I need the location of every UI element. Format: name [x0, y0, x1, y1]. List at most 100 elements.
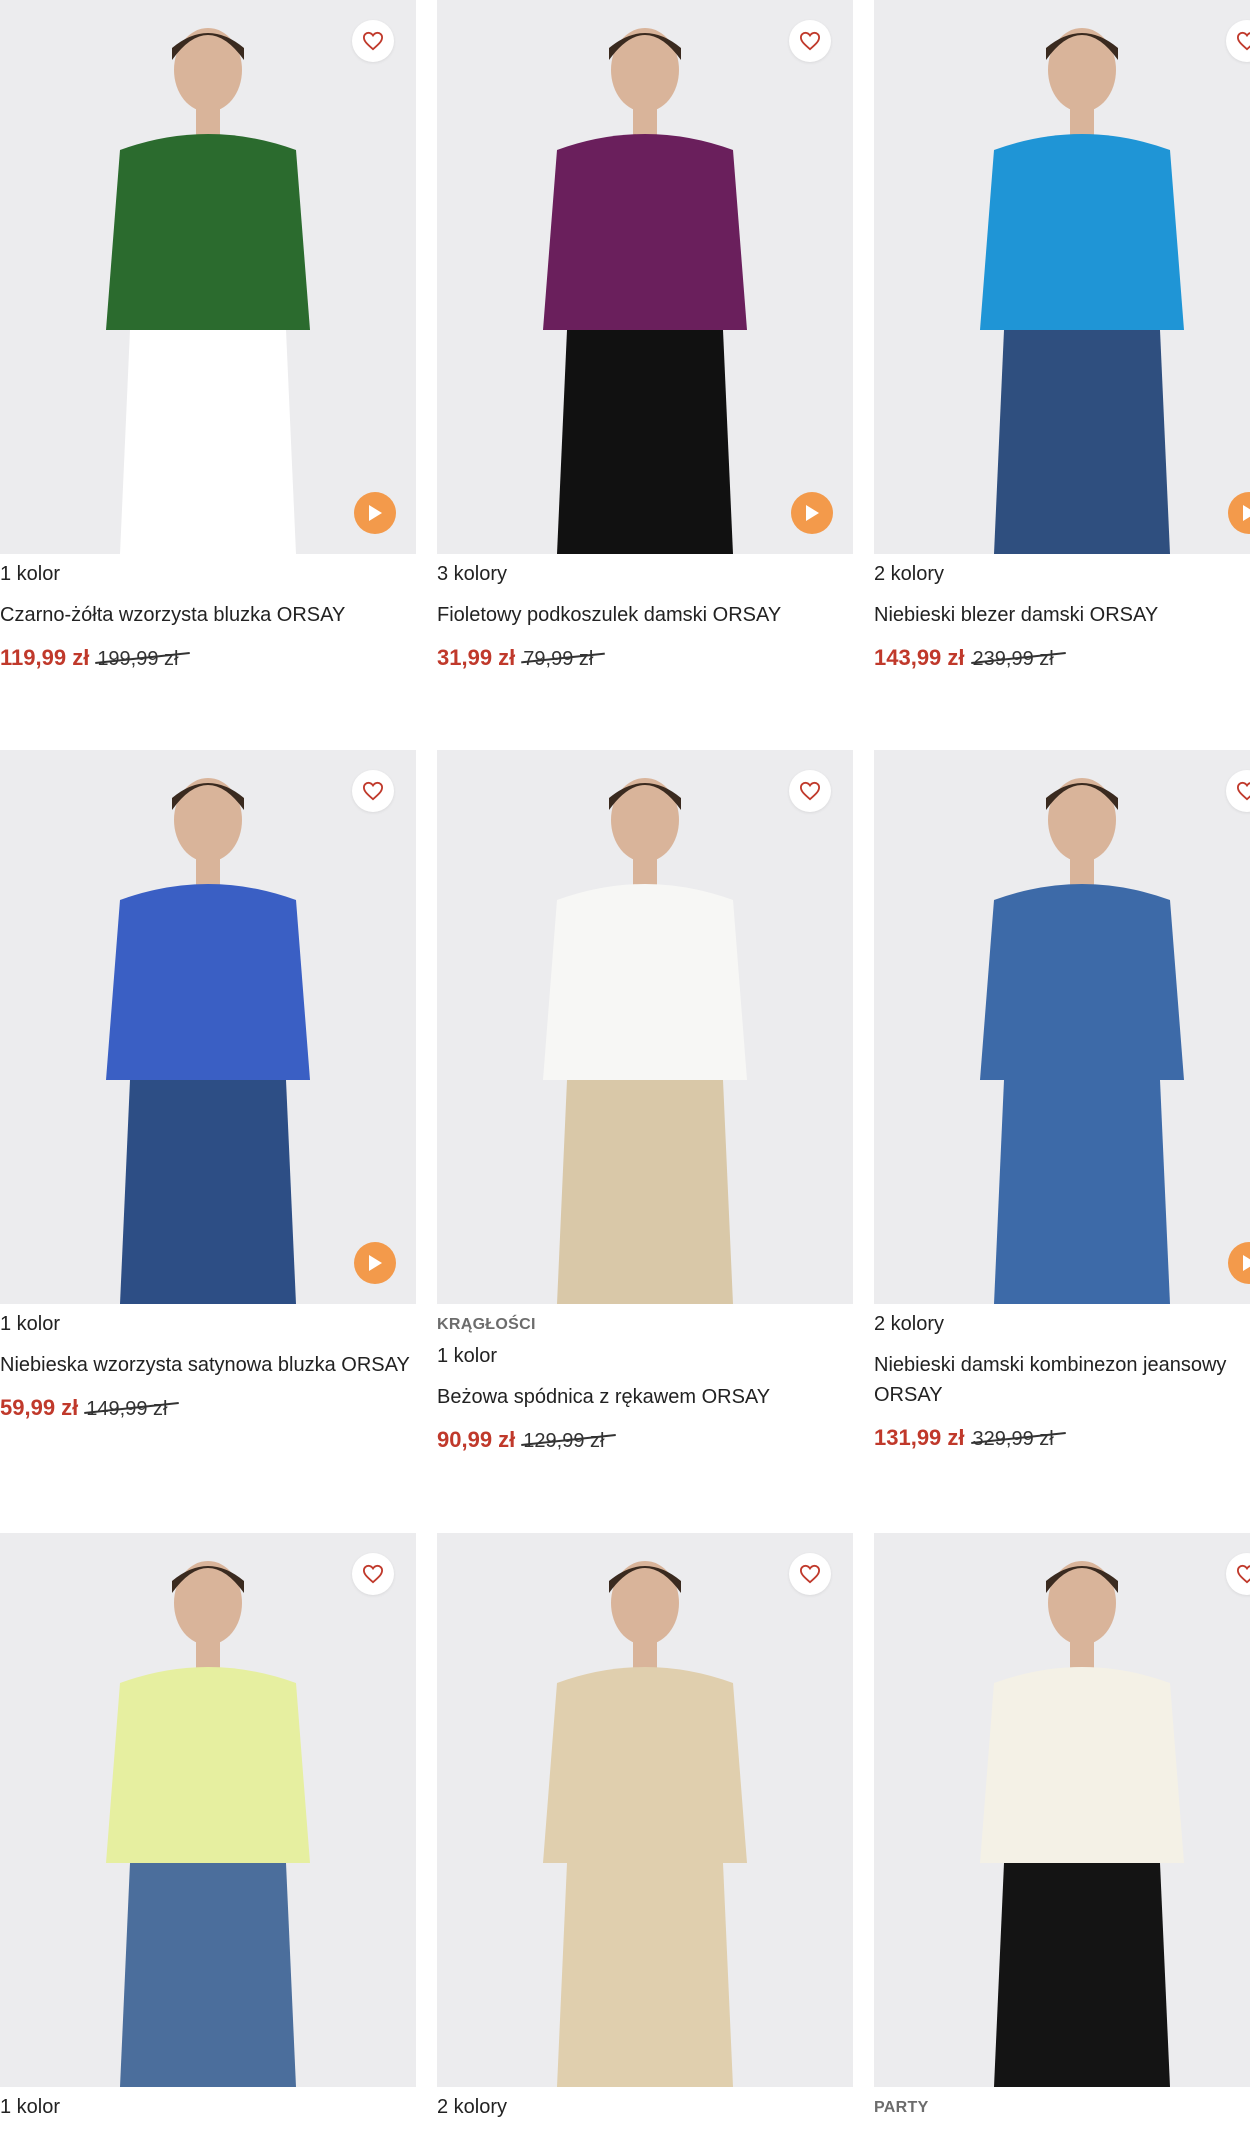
product-info: PARTY — [874, 2087, 1250, 2119]
wishlist-button[interactable] — [789, 20, 831, 62]
play-video-button[interactable] — [354, 1242, 396, 1284]
play-icon — [1243, 1255, 1250, 1271]
heart-icon — [1236, 31, 1250, 51]
product-image — [543, 1561, 747, 2087]
product-name[interactable]: Czarno-żółta wzorzysta bluzka ORSAY — [0, 600, 416, 630]
product-photo[interactable] — [437, 0, 853, 554]
color-count: 2 kolory — [874, 1313, 945, 1335]
color-count: 1 kolor — [0, 1313, 61, 1335]
price-block: 31,99 zł 79,99 zł — [437, 644, 853, 673]
garment-top — [980, 134, 1184, 330]
product-photo[interactable] — [874, 1533, 1250, 2087]
garment-bottom — [120, 1080, 296, 1304]
product-grid: 1 kolor Czarno-żółta wzorzysta bluzka OR… — [0, 0, 1250, 2131]
heart-icon — [1236, 781, 1250, 801]
original-price: 199,99 zł — [97, 645, 178, 673]
product-info: 2 kolory — [437, 2087, 853, 2119]
heart-icon — [799, 1564, 821, 1584]
product-name[interactable]: Niebieska wzorzysta satynowa bluzka ORSA… — [0, 1350, 416, 1380]
model-neck — [1070, 855, 1094, 885]
sale-price: 119,99 zł — [0, 645, 90, 670]
wishlist-button[interactable] — [352, 770, 394, 812]
heart-icon — [799, 781, 821, 801]
color-count: 1 kolor — [437, 1345, 498, 1367]
heart-icon — [362, 1564, 384, 1584]
product-photo[interactable] — [874, 750, 1250, 1304]
product-info: 2 kolory Niebieski blezer damski ORSAY 1… — [874, 554, 1250, 673]
play-video-button[interactable] — [791, 492, 833, 534]
garment-bottom — [557, 1863, 733, 2087]
model-neck — [1070, 105, 1094, 135]
sale-price: 31,99 zł — [437, 645, 516, 670]
product-info: 1 kolor Niebieska wzorzysta satynowa blu… — [0, 1304, 416, 1423]
product-image — [106, 1561, 310, 2087]
garment-top — [980, 884, 1184, 1080]
model-neck — [196, 1638, 220, 1668]
original-price: 329,99 zł — [973, 1425, 1054, 1453]
product-image — [106, 778, 310, 1304]
garment-top — [543, 884, 747, 1080]
sale-price: 59,99 zł — [0, 1395, 79, 1420]
product-name[interactable]: Fioletowy podkoszulek damski ORSAY — [437, 600, 853, 630]
product-image — [106, 28, 310, 554]
price-block: 90,99 zł 129,99 zł — [437, 1426, 853, 1455]
product-photo[interactable] — [0, 750, 416, 1304]
product-info: 1 kolor — [0, 2087, 416, 2119]
play-video-button[interactable] — [354, 492, 396, 534]
model-neck — [196, 855, 220, 885]
original-price: 239,99 zł — [973, 645, 1054, 673]
price-block: 59,99 zł 149,99 zł — [0, 1394, 416, 1423]
model-neck — [633, 105, 657, 135]
model-neck — [196, 105, 220, 135]
wishlist-button[interactable] — [352, 20, 394, 62]
garment-top — [980, 1667, 1184, 1863]
product-photo[interactable] — [437, 750, 853, 1304]
heart-icon — [1236, 1564, 1250, 1584]
product-name[interactable]: Beżowa spódnica z rękawem ORSAY — [437, 1382, 853, 1412]
product-image — [543, 778, 747, 1304]
product-info: 2 kolory Niebieski damski kombinezon jea… — [874, 1304, 1250, 1453]
price-block: 143,99 zł 239,99 zł — [874, 644, 1250, 673]
garment-top — [106, 1667, 310, 1863]
sale-price: 90,99 zł — [437, 1427, 516, 1452]
product-info: 3 kolory Fioletowy podkoszulek damski OR… — [437, 554, 853, 673]
garment-bottom — [557, 330, 733, 554]
garment-bottom — [120, 1863, 296, 2087]
product-photo[interactable] — [437, 1533, 853, 2087]
wishlist-button[interactable] — [789, 770, 831, 812]
garment-top — [543, 134, 747, 330]
color-count: 1 kolor — [0, 563, 61, 585]
product-photo[interactable] — [874, 0, 1250, 554]
original-price: 149,99 zł — [86, 1395, 167, 1423]
original-price: 79,99 zł — [523, 645, 593, 673]
wishlist-button[interactable] — [789, 1553, 831, 1595]
heart-icon — [362, 781, 384, 801]
product-image — [980, 28, 1184, 554]
play-icon — [1243, 505, 1250, 521]
model-neck — [1070, 1638, 1094, 1668]
play-icon — [369, 1255, 382, 1271]
sale-price: 143,99 zł — [874, 645, 965, 670]
product-image — [980, 1561, 1184, 2087]
wishlist-button[interactable] — [352, 1553, 394, 1595]
color-count: 2 kolory — [874, 563, 945, 585]
product-image — [980, 778, 1184, 1304]
product-photo[interactable] — [0, 1533, 416, 2087]
color-count: 2 kolory — [437, 2096, 508, 2118]
product-info: KRĄGŁOŚCI 1 kolor Beżowa spódnica z ręka… — [437, 1304, 853, 1455]
product-name[interactable]: Niebieski blezer damski ORSAY — [874, 600, 1250, 630]
model-neck — [633, 1638, 657, 1668]
garment-bottom — [994, 1863, 1170, 2087]
garment-top — [106, 884, 310, 1080]
product-photo[interactable] — [0, 0, 416, 554]
price-block: 131,99 zł 329,99 zł — [874, 1424, 1250, 1453]
garment-top — [106, 134, 310, 330]
product-name[interactable]: Niebieski damski kombinezon jeansowy ORS… — [874, 1350, 1250, 1410]
garment-bottom — [994, 1080, 1170, 1304]
sale-price: 131,99 zł — [874, 1425, 965, 1450]
heart-icon — [362, 31, 384, 51]
color-count: 3 kolory — [437, 563, 508, 585]
original-price: 129,99 zł — [523, 1427, 604, 1455]
garment-bottom — [120, 330, 296, 554]
play-icon — [806, 505, 819, 521]
